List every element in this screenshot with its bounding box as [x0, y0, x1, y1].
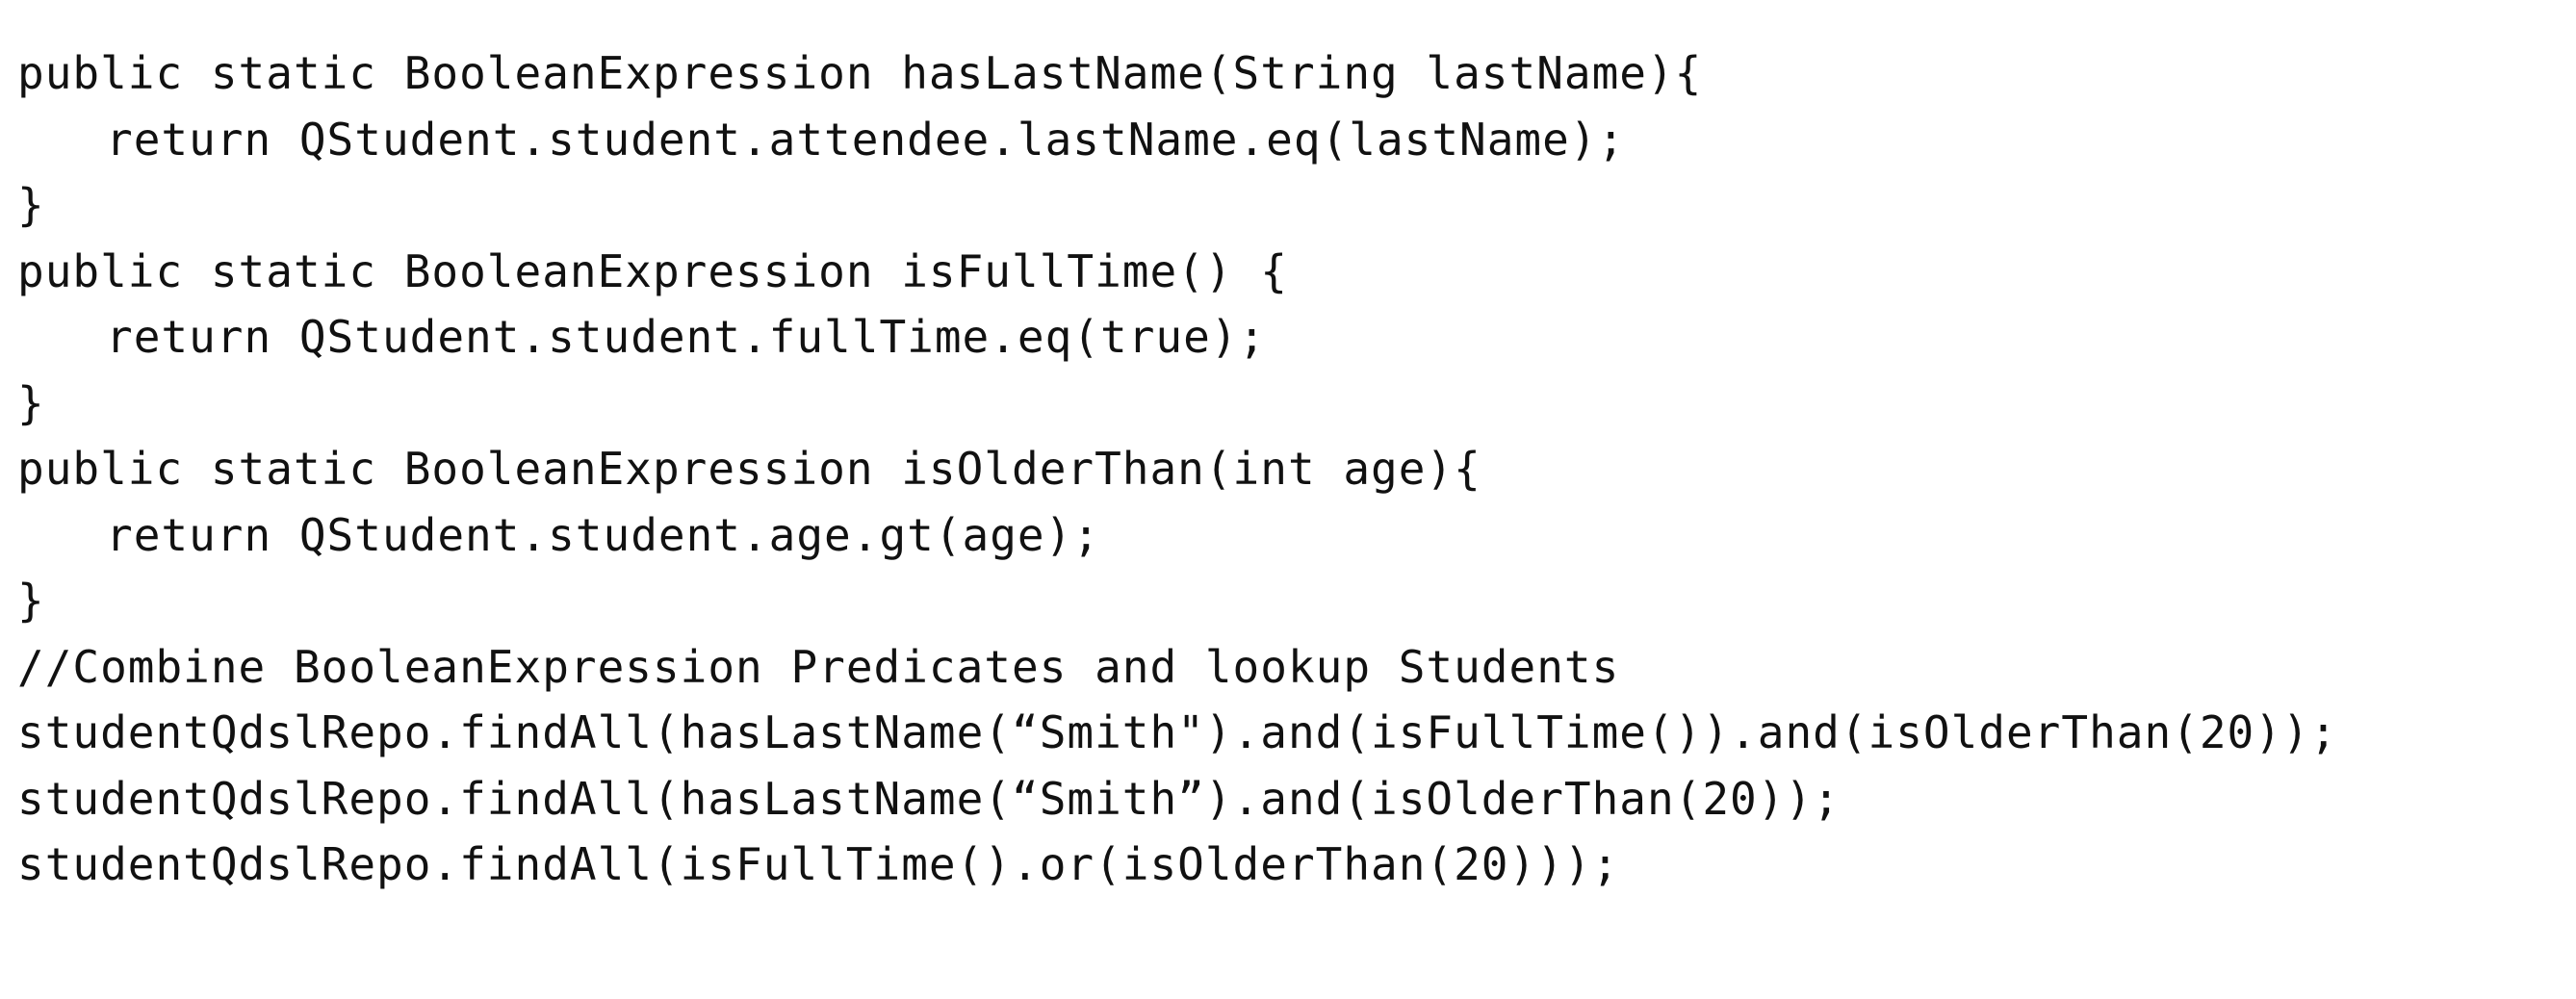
code-snippet: public static BooleanExpression hasLastN…	[17, 40, 2337, 898]
code-line-find-all-query-1: studentQdslRepo.findAll(hasLastName(“Smi…	[17, 706, 2338, 758]
code-line-has-last-name-return: return QStudent.student.attendee.lastNam…	[106, 113, 1626, 166]
code-line-find-all-query-2: studentQdslRepo.findAll(hasLastName(“Smi…	[17, 772, 1841, 825]
code-line-comment: //Combine BooleanExpression Predicates a…	[17, 640, 1620, 693]
code-line-is-full-time-signature: public static BooleanExpression isFullTi…	[17, 244, 1288, 297]
code-line-has-last-name-signature: public static BooleanExpression hasLastN…	[17, 47, 1703, 99]
code-line-find-all-query-3: studentQdslRepo.findAll(isFullTime().or(…	[17, 838, 1620, 890]
code-line-is-older-than-return: return QStudent.student.age.gt(age);	[106, 508, 1100, 561]
code-line-is-older-than-signature: public static BooleanExpression isOlderT…	[17, 443, 1481, 495]
code-line-closing-brace: }	[17, 179, 45, 231]
code-line-closing-brace: }	[17, 575, 45, 627]
code-line-is-full-time-return: return QStudent.student.fullTime.eq(true…	[106, 311, 1267, 363]
code-line-closing-brace: }	[17, 376, 45, 429]
